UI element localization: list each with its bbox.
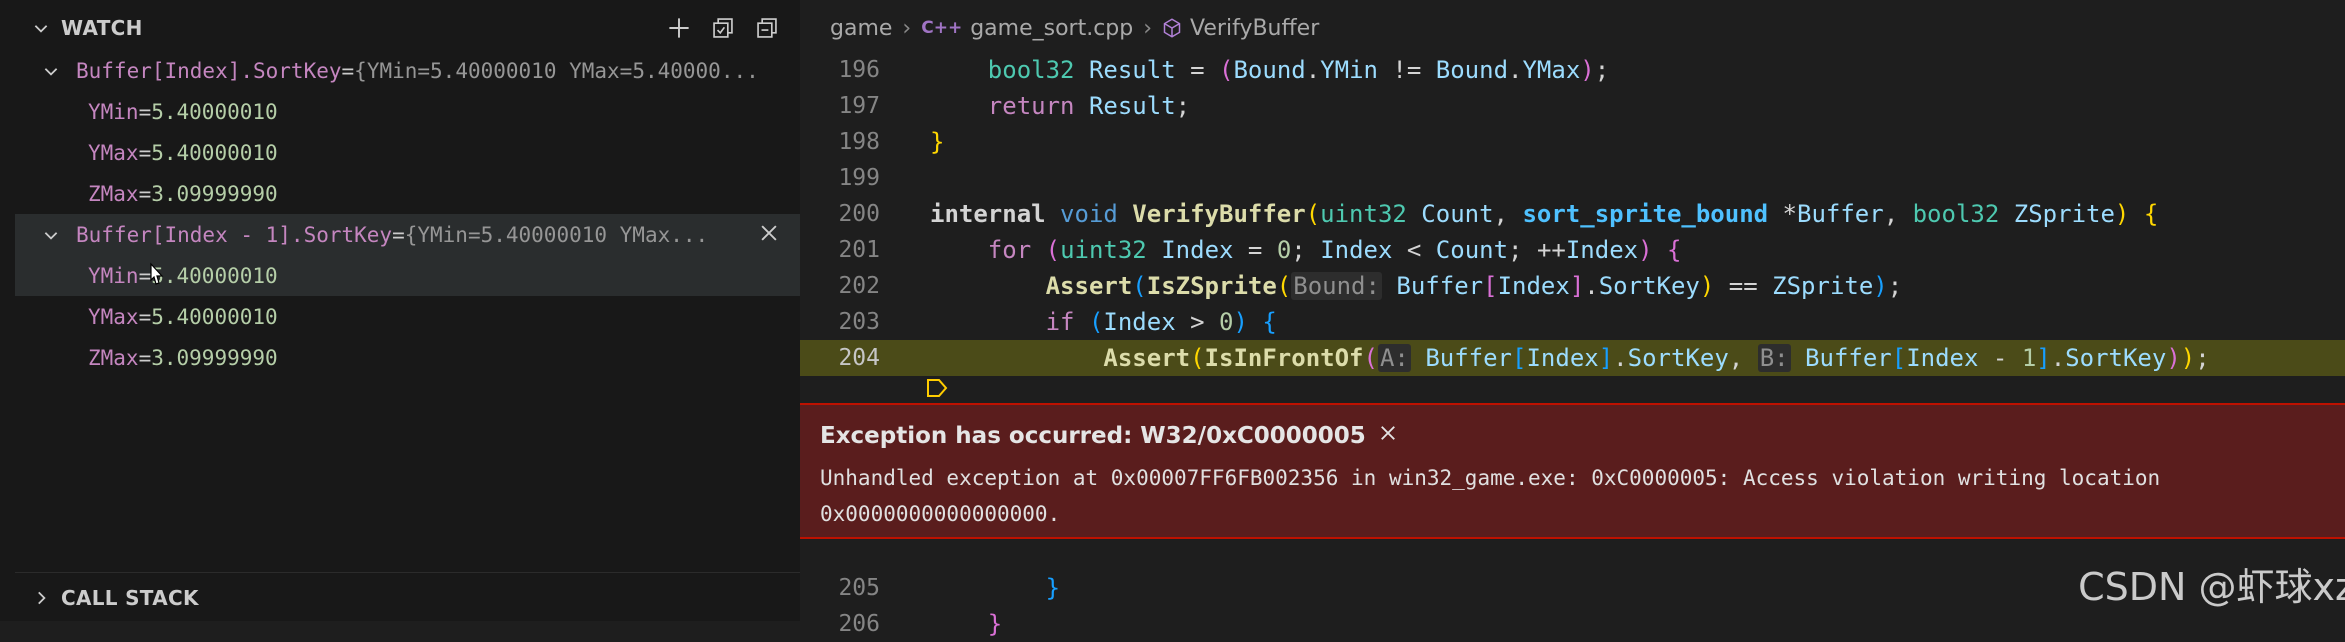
chevron-right-icon: › [902,15,912,41]
code-text: } [987,610,1003,638]
code-line[interactable]: 197 return Result; [800,88,2345,124]
debug-sidebar: WATCH Buffer[Index].SortKey = {YMin=5.40… [15,0,800,621]
chevron-down-icon[interactable] [29,19,53,37]
watch-field-value: 5.40000010 [151,140,278,165]
equals-sign: = [392,222,405,247]
code-line[interactable]: 196 bool32 Result = (Bound.YMin != Bound… [800,52,2345,88]
equals-sign: = [138,304,152,329]
code-line[interactable]: 206 } [800,606,2345,642]
line-number: 199 [838,165,880,191]
code-line[interactable]: 199 [800,160,2345,196]
activity-bar [0,0,15,621]
watch-field-value: 3.09999990 [151,345,278,370]
collapse-all-icon[interactable] [756,17,778,39]
exception-message-line2: 0x0000000000000000. [820,502,1061,526]
code-editor[interactable]: 195 internal bool32 IsZSprite(sprite_bou… [800,0,2345,638]
watch-child[interactable]: YMin = 5.40000010 [15,255,800,296]
watch-title: WATCH [61,16,143,40]
watch-section-header[interactable]: WATCH [15,0,800,56]
callstack-title: CALL STACK [61,585,199,610]
breadcrumb-folder[interactable]: game [830,16,892,41]
equals-sign: = [138,181,152,206]
remove-expression-icon[interactable] [758,222,780,249]
watch-child[interactable]: YMax = 5.40000010 [15,132,800,173]
code-text: if (Index > 0) { [1045,308,1277,336]
exception-title: Exception has occurred: W32/0xC0000005 [820,423,1366,449]
equals-sign: = [138,140,152,165]
code-text: } [1045,574,1061,602]
exception-message: Unhandled exception at 0x00007FF6FB00235… [820,460,2160,532]
code-text: bool32 Result = (Bound.YMin != Bound.YMa… [987,56,1610,84]
equals-sign: = [341,58,355,83]
code-line[interactable]: 201 for (uint32 Index = 0; Index < Count… [800,232,2345,268]
line-number: 202 [838,273,880,299]
line-number: 196 [838,57,880,83]
exception-widget: Exception has occurred: W32/0xC0000005 U… [800,403,2345,539]
line-number: 200 [838,201,880,227]
watch-field-value: 5.40000010 [151,263,278,288]
equals-sign: = [138,345,152,370]
line-number: 201 [838,237,880,263]
watch-summary: {YMin=5.40000010 YMax=5.40000... [354,58,759,83]
refresh-icon[interactable] [712,17,734,39]
watch-expression: Buffer[Index].SortKey [76,58,342,83]
method-cube-icon [1162,18,1182,38]
code-text: for (uint32 Index = 0; Index < Count; ++… [987,236,1682,264]
line-number: 198 [838,129,880,155]
code-text: internal void VerifyBuffer(uint32 Count,… [930,200,2159,228]
code-text: Assert(IsInFrontOf(A: Buffer[Index].Sort… [1103,344,2210,372]
watch-summary: {YMin=5.40000010 YMax... [404,222,709,247]
line-number: 197 [838,93,880,119]
watch-item[interactable]: Buffer[Index - 1].SortKey = {YMin=5.4000… [15,214,800,255]
watch-child[interactable]: ZMax = 3.09999990 [15,337,800,378]
current-line[interactable]: 204 Assert(IsInFrontOf(A: Buffer[Index].… [800,340,2345,397]
close-icon[interactable] [1378,423,1398,449]
chevron-down-icon[interactable] [42,62,66,80]
callstack-section: CALL STACK [15,572,800,622]
watch-field-value: 5.40000010 [151,99,278,124]
breadcrumb-file[interactable]: game_sort.cpp [970,16,1133,41]
add-expression-icon[interactable] [668,17,690,39]
watch-field-name: YMax [88,140,139,165]
watch-child[interactable]: YMin = 5.40000010 [15,91,800,132]
chevron-down-icon[interactable] [42,226,66,244]
watermark: CSDN @虾球xz [2078,565,2345,609]
code-line[interactable]: 200 internal void VerifyBuffer(uint32 Co… [800,196,2345,232]
watch-field-name: YMin [88,99,139,124]
watch-actions [668,0,778,56]
code-line[interactable]: 202 Assert(IsZSprite(Bound: Buffer[Index… [800,268,2345,304]
watch-field-name: ZMax [88,181,139,206]
code-text: } [930,128,945,156]
line-number: 203 [838,309,880,335]
code-line[interactable]: 203 if (Index > 0) { [800,304,2345,340]
watch-item[interactable]: Buffer[Index].SortKey = {YMin=5.40000010… [15,50,800,91]
watch-child[interactable]: ZMax = 3.09999990 [15,173,800,214]
equals-sign: = [138,99,152,124]
exception-message-line1: Unhandled exception at 0x00007FF6FB00235… [820,466,2161,490]
chevron-right-icon[interactable] [29,589,53,607]
line-number: 206 [838,611,880,637]
watch-field-value: 5.40000010 [151,304,278,329]
watch-field-name: ZMax [88,345,139,370]
watch-child[interactable]: YMax = 5.40000010 [15,296,800,337]
watch-field-name: YMin [88,263,139,288]
watch-field-name: YMax [88,304,139,329]
breadcrumb-symbol[interactable]: VerifyBuffer [1190,16,1319,41]
exception-title-row: Exception has occurred: W32/0xC0000005 [820,423,1398,449]
cpp-file-icon: C++ [921,18,963,38]
code-line[interactable]: 198 } [800,124,2345,160]
breadcrumb: game › C++ game_sort.cpp › VerifyBuffer [800,0,2345,56]
code-text: Assert(IsZSprite(Bound: Buffer[Index].So… [1045,272,1903,300]
code-text: return Result; [987,92,1191,120]
watch-expression: Buffer[Index - 1].SortKey [76,222,393,247]
chevron-right-icon: › [1143,15,1153,41]
watch-field-value: 3.09999990 [151,181,278,206]
mouse-pointer-icon [145,262,167,296]
line-number: 205 [838,575,880,601]
callstack-section-header[interactable]: CALL STACK [15,573,800,622]
